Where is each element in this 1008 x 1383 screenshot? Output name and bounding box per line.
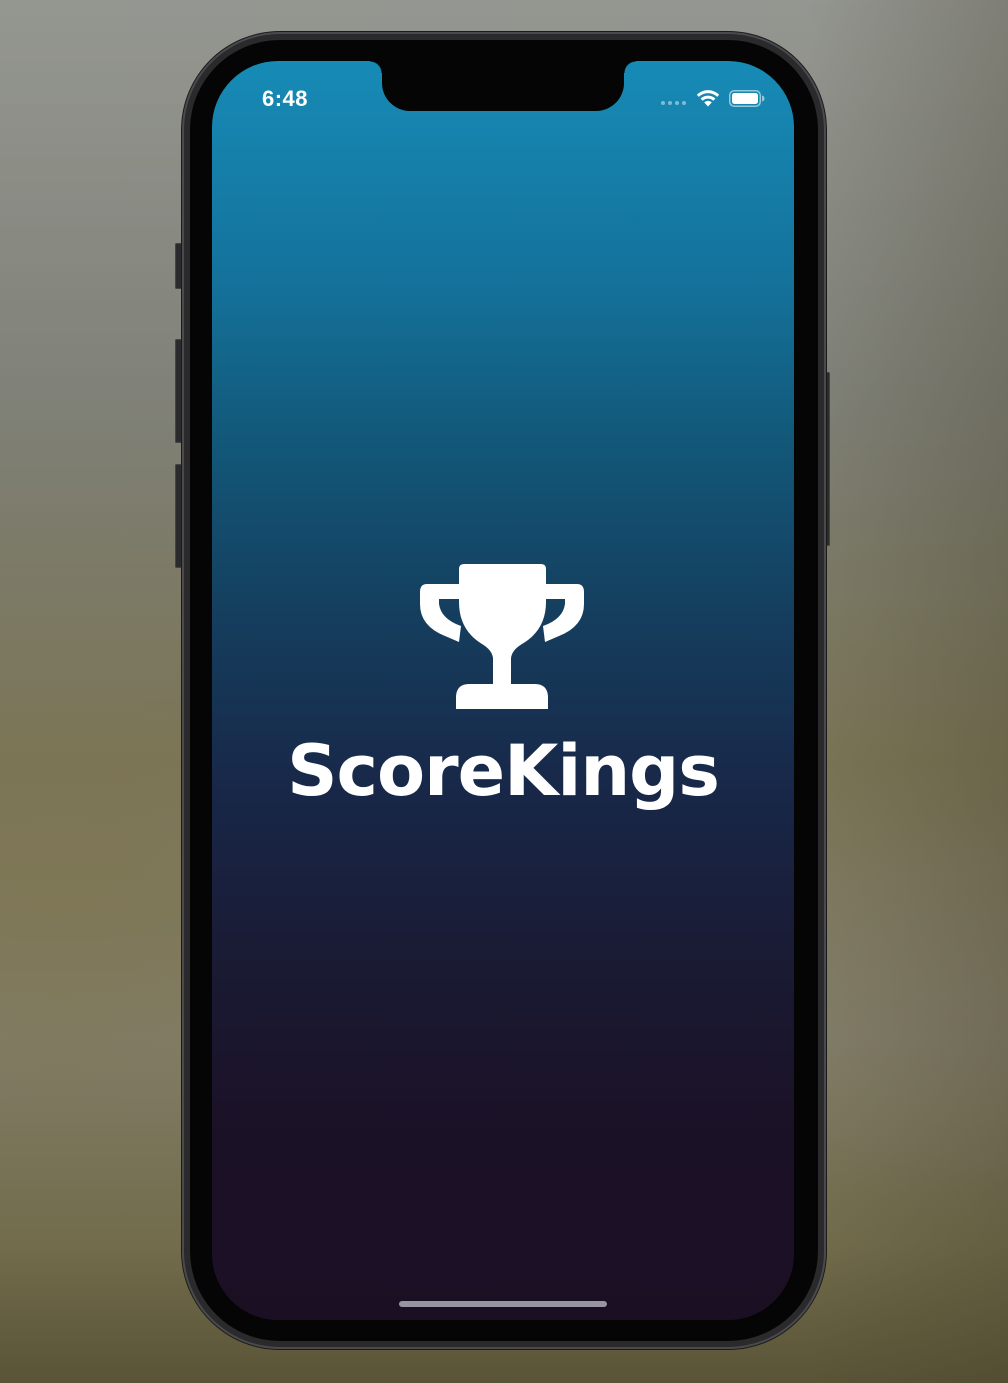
notch [370,61,636,111]
cellular-signal-icon [661,101,686,105]
splash-screen: 6:48 ScoreKings [212,61,794,1320]
app-title: ScoreKings [287,730,720,812]
volume-down-button [175,464,182,568]
silent-switch [175,243,182,289]
home-indicator[interactable] [399,1301,607,1307]
trophy-icon [420,564,584,709]
status-time: 6:48 [262,86,309,111]
battery-icon [729,90,765,107]
volume-up-button [175,339,182,443]
wifi-icon [696,90,720,107]
